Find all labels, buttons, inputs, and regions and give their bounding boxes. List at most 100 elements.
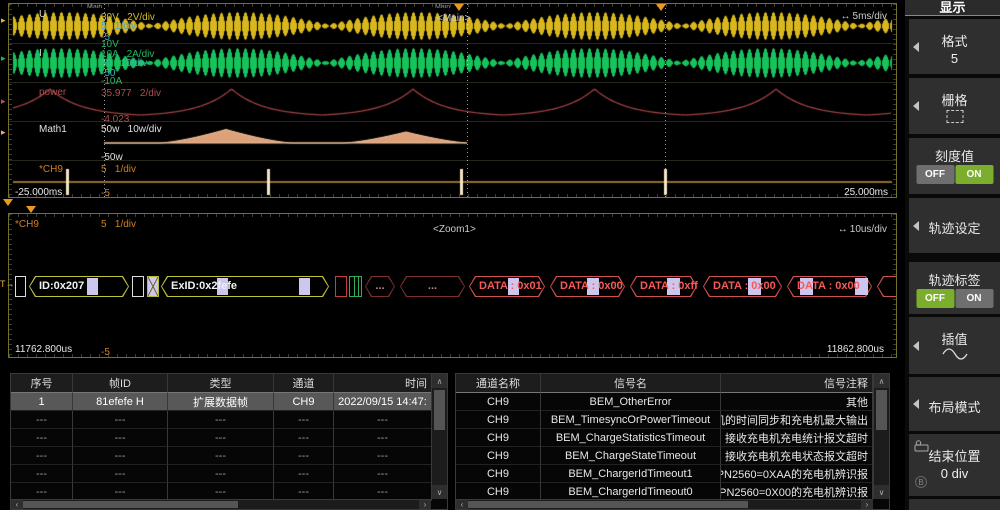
time-cursor[interactable] [665, 4, 666, 197]
column-header[interactable]: 通道名称 [456, 374, 541, 393]
table-cell: --- [73, 411, 168, 429]
expand-left-arrow-icon [913, 399, 919, 409]
column-header[interactable]: 帧ID [73, 374, 168, 393]
frame-label: ... [365, 276, 395, 297]
zoom1-window[interactable]: *CH9 5 1/div <Zoom1> ↔ 10us/div ID:0x207… [8, 213, 897, 358]
cursor-marker-icon[interactable] [656, 4, 666, 11]
frame-label: DATA : 0x01 [479, 276, 542, 297]
table-cell: --- [11, 411, 73, 429]
scroll-down-button[interactable]: ∨ [432, 485, 447, 499]
sidebar-panel-trace-setup[interactable]: 轨迹设定 [909, 198, 1000, 253]
decode-frame-data0x01: DATA : 0x01 [469, 276, 545, 297]
channel-scale-label: 5 1/div [101, 164, 136, 175]
x-mark-icon [148, 277, 158, 296]
frame-list-table[interactable]: 序号帧ID类型通道时间181efefe H扩展数据帧CH92022/09/15 … [10, 373, 448, 510]
decode-frame-id0x207: ID:0x207 [29, 276, 129, 297]
channel-position-marker-icon[interactable]: ▸ [1, 128, 6, 137]
table-row[interactable]: --------------- [11, 411, 447, 429]
trigger-tiny-label: Main [435, 4, 450, 8]
table-cell: BEM_ChargerIdTimeout1 [541, 465, 721, 483]
table-row[interactable]: CH9BEM_ChargerIdTimeout1接收SPN2560=0XAA的充… [456, 465, 889, 483]
oscilloscope-screen: { "main_window": { "label": "<Main>", "t… [0, 0, 1000, 510]
table-row[interactable]: --------------- [11, 465, 447, 483]
table-cell: --- [73, 447, 168, 465]
table-row[interactable]: --------------- [11, 447, 447, 465]
table-cell: 接收充电机的时间同步和充电机最大输出 [721, 411, 873, 429]
frame-label: DATA : 0x00 [560, 276, 623, 297]
toggle-off-segment[interactable]: OFF [916, 289, 954, 308]
table-cell: CH9 [456, 465, 541, 483]
zoom-trigger-marker-icon[interactable] [26, 206, 36, 213]
table-cell: --- [274, 411, 334, 429]
column-header[interactable]: 时间 [334, 374, 432, 393]
channel-position-marker-icon[interactable]: ▸ [1, 16, 6, 25]
table-row[interactable]: CH9BEM_OtherError其他 [456, 393, 889, 411]
signal-list-table[interactable]: 通道名称信号名信号注释CH9BEM_OtherError其他CH9BEM_Tim… [455, 373, 890, 510]
zoom-scale-low-label: -5 [101, 347, 110, 358]
frame-label: DATA : 0xff [640, 276, 698, 297]
scroll-left-button[interactable]: ‹ [456, 500, 468, 509]
sidebar-panel-interpolation[interactable]: 插值 [909, 317, 1000, 374]
cursor-marker-icon[interactable] [454, 4, 464, 11]
horizontal-scrollbar[interactable]: ‹› [11, 499, 431, 509]
main-cursor-tiny-label: Main [87, 4, 102, 8]
table-row[interactable]: CH9BEM_TimesyncOrPowerTimeout接收充电机的时间同步和… [456, 411, 889, 429]
main-timebase-label[interactable]: ↔ 5ms/div [841, 11, 887, 22]
scroll-up-button[interactable]: ∧ [874, 374, 889, 388]
column-header[interactable]: 通道 [274, 374, 334, 393]
horizontal-scroll-thumb[interactable] [23, 501, 238, 508]
main-waveform-canvas [9, 4, 896, 197]
column-header[interactable]: 类型 [168, 374, 274, 393]
trigger-level-marker[interactable]: T→ [0, 280, 15, 289]
toggle-on-segment[interactable]: ON [955, 289, 993, 308]
table-row[interactable]: --------------- [11, 429, 447, 447]
column-header[interactable]: 序号 [11, 374, 73, 393]
sidebar-panel-trace-label[interactable]: 轨迹标签OFFON [909, 262, 1000, 314]
horizontal-scrollbar[interactable]: ‹› [456, 499, 873, 509]
channel-name-label: power [39, 87, 66, 98]
sidebar-panel-scale-value[interactable]: 刻度值OFFON [909, 138, 1000, 194]
table-cell: CH9 [274, 393, 334, 411]
column-header[interactable]: 信号注释 [721, 374, 873, 393]
zoom-timebase-label[interactable]: ↔ 10us/div [838, 224, 887, 235]
main-waveform-window[interactable]: Main Main <Main> ↔ 5ms/div UIpowerMath1*… [8, 3, 897, 198]
vertical-scrollbar[interactable]: ∧∨ [431, 374, 447, 499]
vertical-scrollbar[interactable]: ∧∨ [873, 374, 889, 499]
off-on-toggle[interactable]: OFFON [916, 289, 993, 308]
vertical-scroll-thumb[interactable] [876, 390, 887, 430]
table-row[interactable]: CH9BEM_ChargeStatisticsTimeout接收充电机充电统计报… [456, 429, 889, 447]
sidebar-panel-layout-mode[interactable]: 布局模式 [909, 377, 1000, 431]
table-row[interactable]: CH9BEM_ChargeStateTimeout接收充电机充电状态报文超时 [456, 447, 889, 465]
decode-frame-exid0x2fefe: ExID:0x2fefe [161, 276, 329, 297]
table-cell: --- [11, 447, 73, 465]
scroll-right-button[interactable]: › [861, 500, 873, 509]
zoom-channel-label: *CH9 [15, 219, 39, 230]
table-cell: CH9 [456, 411, 541, 429]
off-on-toggle[interactable]: OFFON [916, 165, 993, 184]
scroll-down-button[interactable]: ∨ [874, 485, 889, 499]
scroll-left-button[interactable]: ‹ [11, 500, 23, 509]
panel-label: 插值 [909, 329, 1000, 348]
grid-icon [946, 110, 963, 123]
division-line [9, 160, 896, 161]
channel-name-label: *CH9 [39, 164, 63, 175]
channel-position-marker-icon[interactable]: ▸ [1, 97, 6, 106]
table-cell: --- [73, 465, 168, 483]
decode-gap-box [15, 276, 26, 297]
scroll-up-button[interactable]: ∧ [432, 374, 447, 388]
sidebar-panel-format[interactable]: 格式5 [909, 19, 1000, 74]
toggle-off-segment[interactable]: OFF [916, 165, 954, 184]
sidebar-panel-end-position[interactable]: 结束位置0 divB [909, 434, 1000, 496]
channel-position-marker-icon[interactable]: ▸ [1, 54, 6, 63]
toggle-on-segment[interactable]: ON [955, 165, 993, 184]
time-cursor[interactable] [467, 4, 468, 197]
sidebar-panel-grid[interactable]: 栅格 [909, 78, 1000, 134]
vertical-scroll-thumb[interactable] [434, 390, 445, 430]
table-row[interactable]: 181efefe H扩展数据帧CH92022/09/15 14:47: [11, 393, 447, 411]
scroll-right-button[interactable]: › [419, 500, 431, 509]
column-header[interactable]: 信号名 [541, 374, 721, 393]
expand-left-arrow-icon [913, 101, 919, 111]
horizontal-scroll-thumb[interactable] [468, 501, 748, 508]
zoom-range-marker-icon[interactable] [3, 199, 13, 206]
frame-label: ExID:0x2fefe [171, 276, 237, 297]
